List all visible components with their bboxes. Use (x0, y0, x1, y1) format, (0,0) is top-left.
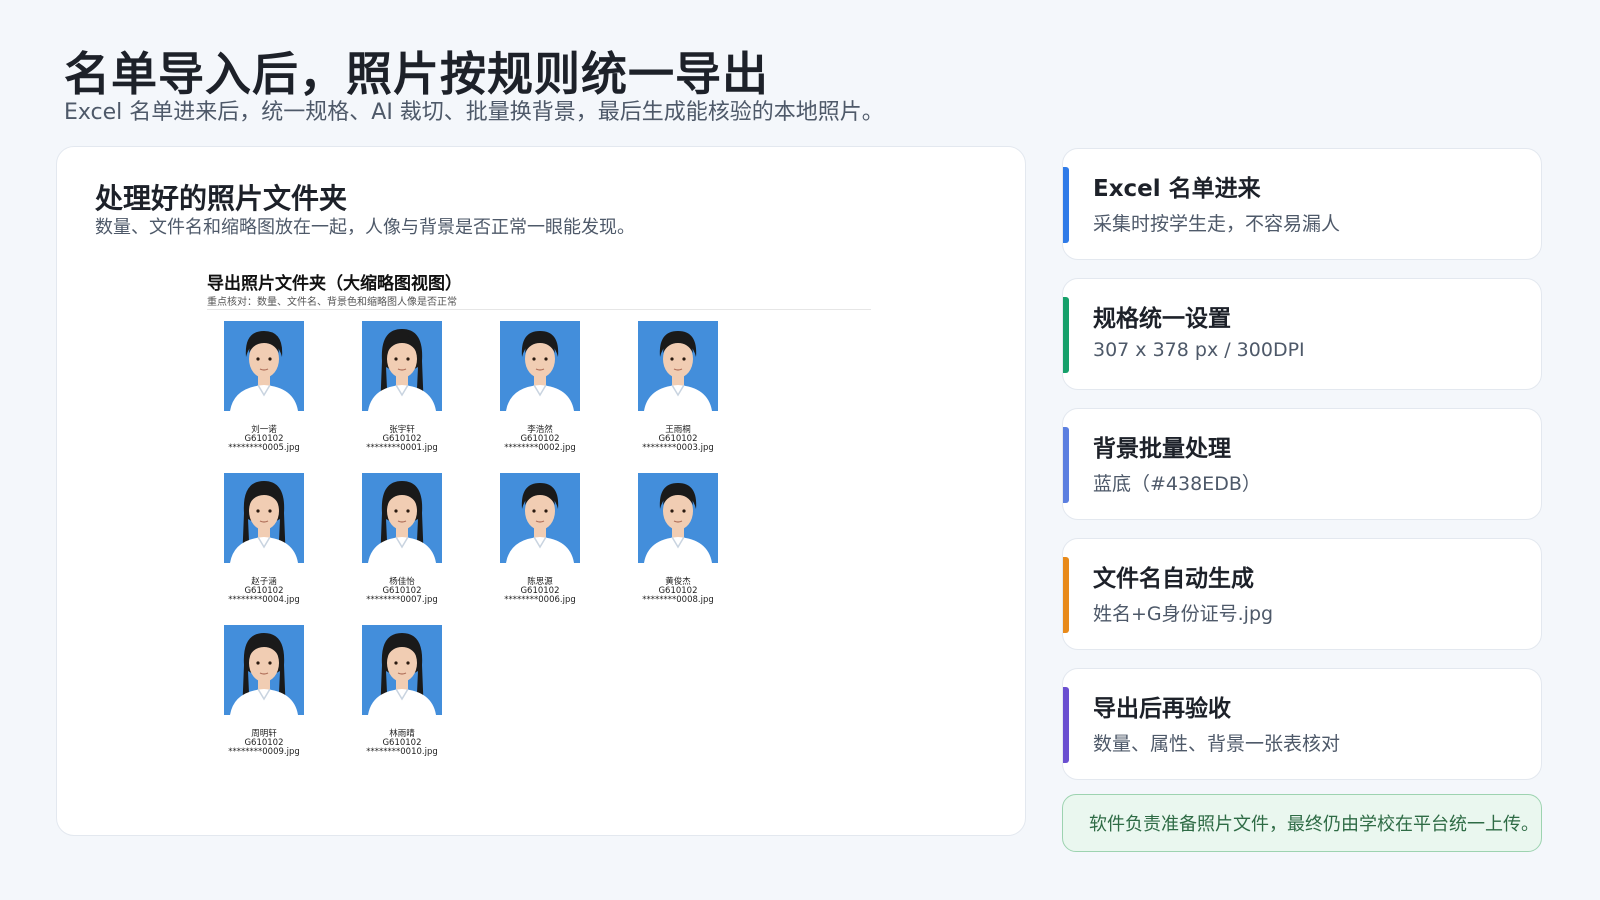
photo-thumbnail[interactable]: 周明轩 G610102 ********0009.jpg (221, 625, 359, 761)
card-subtitle: 数量、文件名和缩略图放在一起，人像与背景是否正常一眼能发现。 (95, 217, 635, 238)
student-photo (362, 625, 442, 715)
student-photo (224, 473, 304, 563)
student-photo (362, 473, 442, 563)
step-title: 文件名自动生成 (1093, 566, 1254, 592)
step-title: 导出后再验收 (1093, 696, 1231, 722)
photo-filename: ********0006.jpg (504, 595, 576, 605)
step-description: 采集时按学生走，不容易漏人 (1093, 213, 1341, 235)
photo-filename: ********0009.jpg (228, 747, 300, 757)
thumbnail-grid: 刘一诺 G610102 ********0005.jpg 张宇轩 G610102… (221, 321, 781, 761)
step-description: 数量、属性、背景一张表核对 (1093, 733, 1341, 755)
step-accent-bar (1063, 557, 1069, 633)
photo-filename: ********0010.jpg (366, 747, 438, 757)
step-accent-bar (1063, 427, 1069, 503)
photo-filename: ********0003.jpg (642, 443, 714, 453)
step-description: 姓名+G身份证号.jpg (1093, 603, 1274, 625)
step-card: 文件名自动生成 姓名+G身份证号.jpg (1062, 538, 1542, 650)
step-card: 导出后再验收 数量、属性、背景一张表核对 (1062, 668, 1542, 780)
photo-thumbnail[interactable]: 李浩然 G610102 ********0002.jpg (497, 321, 635, 457)
student-photo (362, 321, 442, 411)
photo-filename: ********0008.jpg (642, 595, 714, 605)
step-description: 蓝底（#438EDB） (1093, 473, 1261, 495)
step-description: 307 x 378 px / 300DPI (1093, 339, 1305, 361)
photo-filename: ********0001.jpg (366, 443, 438, 453)
student-photo (500, 321, 580, 411)
photo-thumbnail[interactable]: 王雨桐 G610102 ********0003.jpg (635, 321, 773, 457)
photo-folder-card: 处理好的照片文件夹 数量、文件名和缩略图放在一起，人像与背景是否正常一眼能发现。… (56, 146, 1026, 836)
student-photo (638, 473, 718, 563)
student-photo (224, 625, 304, 715)
student-photo (500, 473, 580, 563)
footer-note: 软件负责准备照片文件，最终仍由学校在平台统一上传。 (1062, 794, 1542, 852)
step-card: 规格统一设置 307 x 378 px / 300DPI (1062, 278, 1542, 390)
photo-filename: ********0004.jpg (228, 595, 300, 605)
student-photo (224, 321, 304, 411)
student-photo (638, 321, 718, 411)
photo-filename: ********0005.jpg (228, 443, 300, 453)
step-title: 背景批量处理 (1093, 436, 1231, 462)
photo-thumbnail[interactable]: 赵子涵 G610102 ********0004.jpg (221, 473, 359, 609)
photo-thumbnail[interactable]: 陈思源 G610102 ********0006.jpg (497, 473, 635, 609)
page-subtitle: Excel 名单进来后，统一规格、AI 裁切、批量换背景，最后生成能核验的本地照… (64, 100, 884, 125)
step-card: Excel 名单进来 采集时按学生走，不容易漏人 (1062, 148, 1542, 260)
photo-thumbnail[interactable]: 林雨晴 G610102 ********0010.jpg (359, 625, 497, 761)
step-accent-bar (1063, 687, 1069, 763)
folder-view-note: 重点核对：数量、文件名、背景色和缩略图人像是否正常 (207, 297, 457, 308)
folder-view-title: 导出照片文件夹（大缩略图视图） (207, 274, 462, 294)
step-card: 背景批量处理 蓝底（#438EDB） (1062, 408, 1542, 520)
step-accent-bar (1063, 297, 1069, 373)
step-title: Excel 名单进来 (1093, 176, 1261, 202)
photo-filename: ********0002.jpg (504, 443, 576, 453)
photo-thumbnail[interactable]: 黄俊杰 G610102 ********0008.jpg (635, 473, 773, 609)
step-accent-bar (1063, 167, 1069, 243)
card-title: 处理好的照片文件夹 (95, 182, 348, 215)
photo-thumbnail[interactable]: 张宇轩 G610102 ********0001.jpg (359, 321, 497, 457)
photo-filename: ********0007.jpg (366, 595, 438, 605)
folder-view-screenshot: 导出照片文件夹（大缩略图视图） 重点核对：数量、文件名、背景色和缩略图人像是否正… (207, 265, 871, 765)
step-title: 规格统一设置 (1093, 306, 1231, 332)
photo-thumbnail[interactable]: 刘一诺 G610102 ********0005.jpg (221, 321, 359, 457)
folder-view-divider (207, 309, 871, 310)
photo-thumbnail[interactable]: 杨佳怡 G610102 ********0007.jpg (359, 473, 497, 609)
